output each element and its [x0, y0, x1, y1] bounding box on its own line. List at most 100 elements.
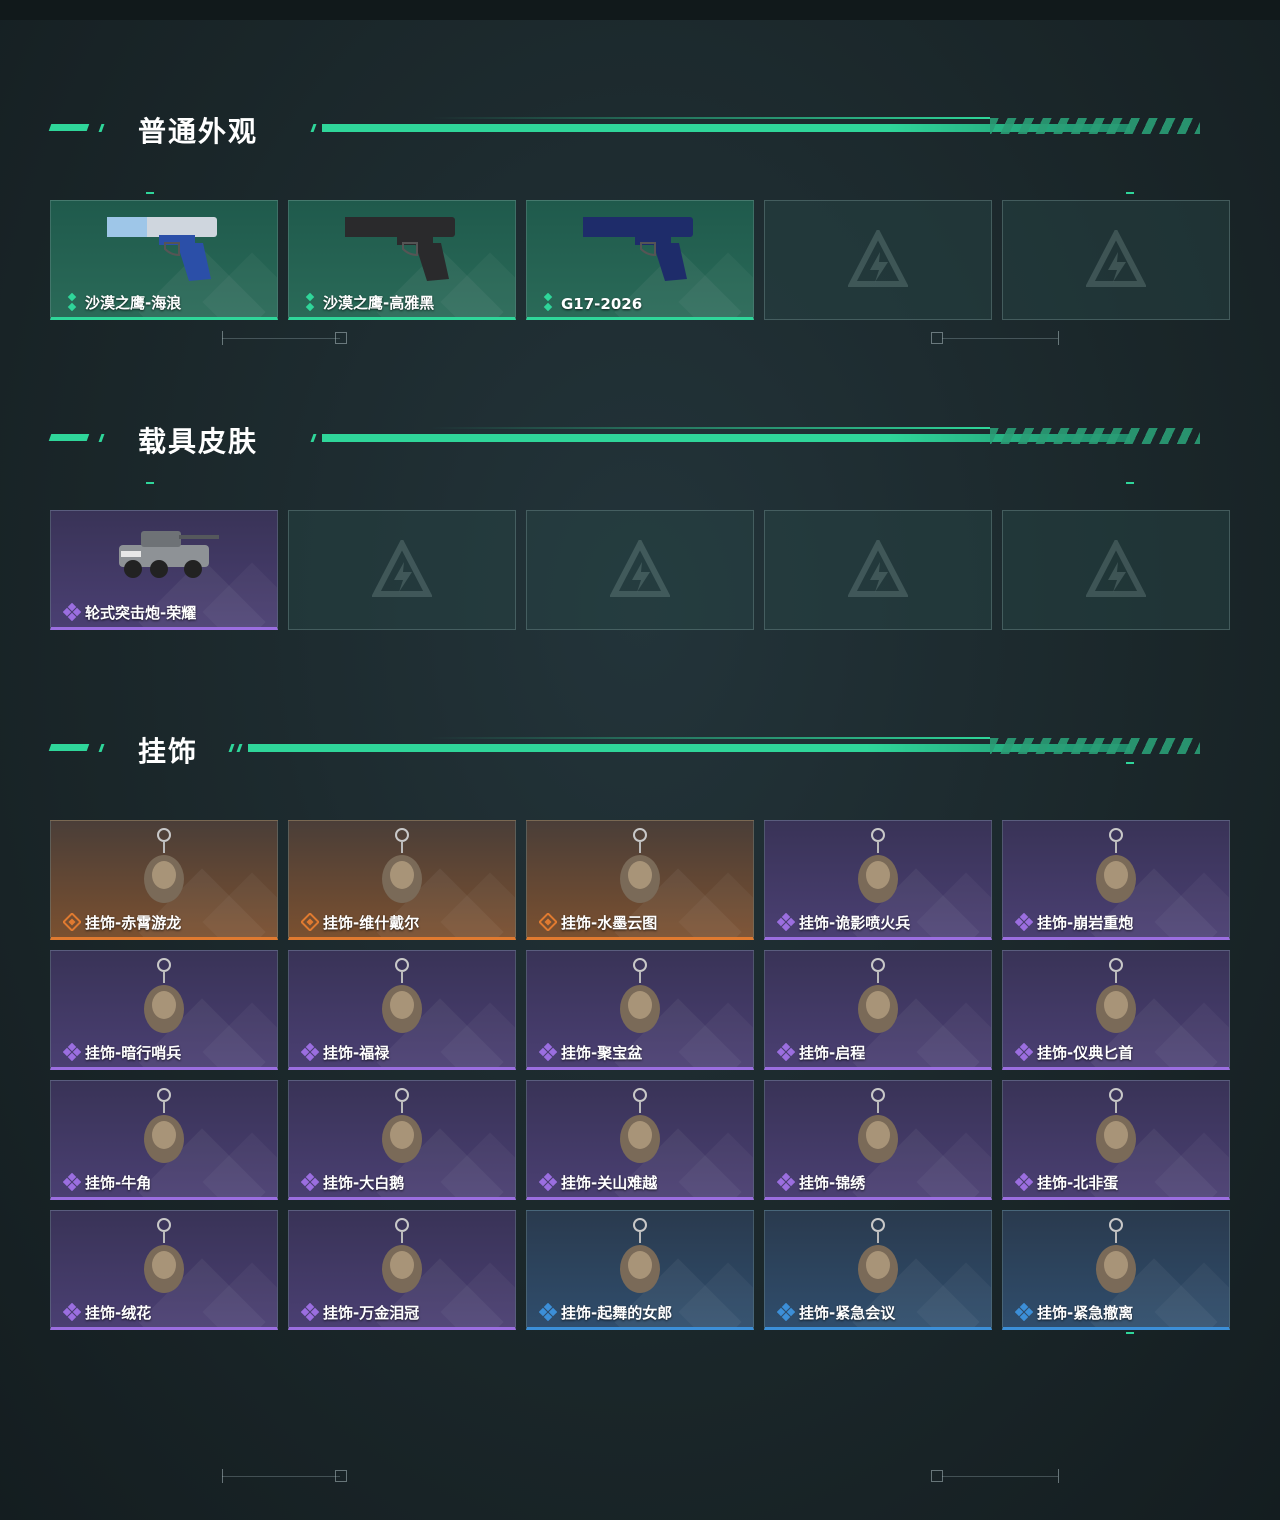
item-card[interactable]: 挂饰-崩岩重炮 [1002, 820, 1230, 940]
item-image [843, 1085, 913, 1179]
header-accent-slash [228, 744, 235, 752]
rarity-icon [63, 1043, 81, 1061]
item-image [367, 1085, 437, 1179]
rarity-icon [1015, 1173, 1033, 1191]
item-label: 挂饰-锦绣 [799, 1174, 866, 1192]
item-card[interactable]: 挂饰-福禄 [288, 950, 516, 1070]
item-card[interactable]: 挂饰-紧急会议 [764, 1210, 992, 1330]
empty-slot [764, 200, 992, 320]
header-accent-slash [98, 744, 105, 752]
empty-slot [1002, 510, 1230, 630]
item-label: 沙漠之鹰-高雅黑 [323, 294, 435, 312]
item-image [129, 825, 199, 919]
item-label: 挂饰-起舞的女郎 [561, 1304, 673, 1322]
item-image [843, 955, 913, 1049]
item-image [1081, 1085, 1151, 1179]
charm-icon [382, 958, 422, 1033]
header-checker [990, 428, 1200, 444]
item-label: 挂饰-大白鹅 [323, 1174, 405, 1192]
item-card[interactable]: 挂饰-起舞的女郎 [526, 1210, 754, 1330]
rarity-icon [63, 913, 81, 931]
section-header-vehicle: 载具皮肤 [48, 422, 1200, 458]
corner-dash [146, 192, 154, 194]
item-label: 挂饰-水墨云图 [561, 914, 658, 932]
item-grid-skins: 沙漠之鹰-海浪 沙漠之鹰-高雅黑 G17-2026 [50, 200, 1230, 320]
header-accent-slash [98, 434, 105, 442]
item-card[interactable]: 挂饰-万金泪冠 [288, 1210, 516, 1330]
charm-icon [858, 828, 898, 903]
placeholder-logo-icon [610, 540, 670, 597]
pistol-icon [583, 217, 693, 281]
item-card[interactable]: 挂饰-大白鹅 [288, 1080, 516, 1200]
section-title: 挂饰 [138, 735, 199, 768]
rarity-icon [539, 1043, 557, 1061]
charm-icon [382, 1088, 422, 1163]
item-card[interactable]: 挂饰-牛角 [50, 1080, 278, 1200]
rarity-icon [301, 1173, 319, 1191]
frame-square [931, 332, 943, 344]
item-label: 挂饰-万金泪冠 [323, 1304, 420, 1322]
header-accent-slash [98, 124, 105, 132]
corner-dash [1126, 762, 1134, 764]
item-card[interactable]: 挂饰-赤霄游龙 [50, 820, 278, 940]
charm-icon [382, 828, 422, 903]
item-image [605, 1085, 675, 1179]
item-label: 挂饰-福禄 [323, 1044, 390, 1062]
charm-icon [620, 1218, 660, 1293]
rarity-icon [301, 1043, 319, 1061]
item-label: 挂饰-北非蛋 [1037, 1174, 1119, 1192]
item-label: 挂饰-紧急会议 [799, 1304, 896, 1322]
header-accent-bar [48, 744, 90, 751]
pistol-icon [107, 217, 217, 281]
item-card[interactable]: 挂饰-暗行哨兵 [50, 950, 278, 1070]
charm-icon [620, 828, 660, 903]
item-card[interactable]: 挂饰-诡影喷火兵 [764, 820, 992, 940]
frame-tick [222, 331, 223, 345]
item-card[interactable]: 轮式突击炮-荣耀 [50, 510, 278, 630]
charm-icon [144, 1218, 184, 1293]
placeholder-logo-icon [1086, 230, 1146, 287]
header-accent-slash [236, 744, 243, 752]
item-card[interactable]: 挂饰-北非蛋 [1002, 1080, 1230, 1200]
item-image [367, 1215, 437, 1309]
item-label: 轮式突击炮-荣耀 [85, 604, 197, 622]
item-card[interactable]: 沙漠之鹰-高雅黑 [288, 200, 516, 320]
item-image [843, 825, 913, 919]
placeholder-logo-icon [1086, 540, 1146, 597]
header-thin-line [430, 117, 990, 119]
empty-slot [526, 510, 754, 630]
item-label: 挂饰-聚宝盆 [561, 1044, 643, 1062]
item-card[interactable]: 挂饰-聚宝盆 [526, 950, 754, 1070]
item-image [1081, 955, 1151, 1049]
item-label: 挂饰-崩岩重炮 [1037, 914, 1134, 932]
item-label: 挂饰-紧急撤离 [1037, 1304, 1134, 1322]
item-card[interactable]: G17-2026 [526, 200, 754, 320]
charm-icon [382, 1218, 422, 1293]
item-card[interactable]: 挂饰-绒花 [50, 1210, 278, 1330]
item-card[interactable]: 挂饰-关山难越 [526, 1080, 754, 1200]
rarity-icon [63, 603, 81, 621]
header-checker [990, 118, 1200, 134]
frame-line [222, 338, 340, 339]
header-accent-slash [310, 434, 317, 442]
charm-icon [858, 1088, 898, 1163]
rarity-icon [777, 1173, 795, 1191]
item-card[interactable]: 挂饰-维什戴尔 [288, 820, 516, 940]
header-thin-line [430, 737, 990, 739]
item-card[interactable]: 挂饰-锦绣 [764, 1080, 992, 1200]
corner-dash [1126, 192, 1134, 194]
item-card[interactable]: 挂饰-水墨云图 [526, 820, 754, 940]
item-card[interactable]: 挂饰-仪典匕首 [1002, 950, 1230, 1070]
frame-line [942, 1476, 1058, 1477]
rarity-icon [305, 293, 315, 311]
item-card[interactable]: 挂饰-启程 [764, 950, 992, 1070]
top-bar [0, 0, 1280, 20]
frame-square [335, 332, 347, 344]
item-card[interactable]: 沙漠之鹰-海浪 [50, 200, 278, 320]
corner-dash [1126, 1332, 1134, 1334]
item-card[interactable]: 挂饰-紧急撤离 [1002, 1210, 1230, 1330]
charm-icon [858, 1218, 898, 1293]
item-image [129, 955, 199, 1049]
charm-icon [144, 828, 184, 903]
charm-icon [144, 958, 184, 1033]
